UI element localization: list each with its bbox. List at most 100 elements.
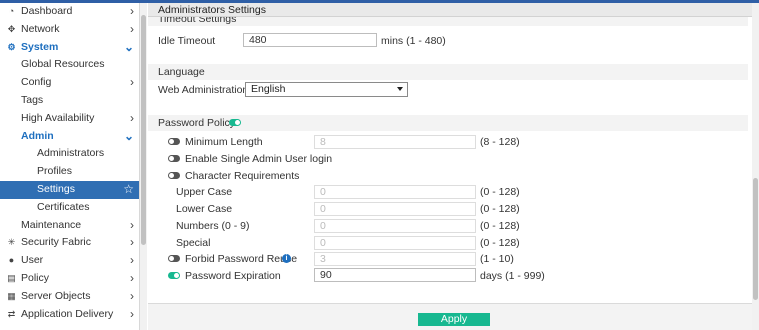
section-language: Language (148, 64, 748, 80)
minimum-length-label: Minimum Length (185, 136, 263, 148)
sidebar-item-label: Profiles (37, 165, 73, 178)
chevron-right-icon: › (130, 306, 134, 321)
numbers-range: (0 - 128) (480, 220, 520, 232)
minimum-length-range: (8 - 128) (480, 136, 520, 148)
forbid-password-reuse-toggle[interactable] (168, 255, 180, 262)
content-scrollbar-thumb[interactable] (753, 178, 758, 300)
sidebar-item-config[interactable]: Config › (0, 74, 139, 92)
password-expiration-toggle[interactable] (168, 272, 180, 279)
section-timeout-settings: Timeout Settings (148, 17, 748, 26)
main-panel: Administrators Settings Timeout Settings… (148, 3, 752, 330)
sidebar-item-application-delivery[interactable]: ⇄ Application Delivery › (0, 306, 139, 324)
footer-bar: Apply (148, 303, 752, 330)
dashboard-icon: ◔ (8, 6, 15, 16)
special-label: Special (176, 237, 211, 249)
sidebar-scrollbar[interactable] (140, 3, 147, 330)
application-delivery-icon: ⇄ (7, 308, 16, 319)
upper-case-label: Upper Case (176, 186, 233, 198)
policy-icon: ▤ (7, 272, 16, 283)
sidebar-item-label: Dashboard (21, 5, 73, 17)
sidebar-item-high-availability[interactable]: High Availability › (0, 110, 139, 128)
sidebar-item-certificates[interactable]: Certificates (0, 199, 139, 217)
chevron-right-icon: › (130, 75, 134, 90)
chevron-right-icon: › (130, 253, 134, 268)
sidebar-item-network[interactable]: ✥ Network › (0, 21, 139, 39)
sidebar-item-tags[interactable]: Tags (0, 92, 139, 110)
numbers-input[interactable]: 0 (314, 219, 476, 233)
apply-button[interactable]: Apply (418, 313, 490, 326)
sidebar-item-label: Maintenance (21, 218, 82, 231)
chevron-right-icon: › (130, 270, 134, 285)
upper-case-range: (0 - 128) (480, 186, 520, 198)
web-administration-label: Web Administration (158, 84, 249, 96)
sidebar-item-profiles[interactable]: Profiles (0, 163, 139, 181)
sidebar-item-label: Global Resources (21, 58, 105, 71)
single-admin-login-toggle[interactable] (168, 155, 180, 162)
chevron-right-icon: › (130, 235, 134, 250)
sidebar-item-policy[interactable]: ▤ Policy › (0, 270, 139, 288)
sidebar-item-label: Tags (21, 93, 44, 106)
chevron-down-icon: ⌄ (123, 39, 134, 54)
sidebar-item-administrators[interactable]: Administrators (0, 145, 139, 163)
sidebar-scrollbar-thumb[interactable] (141, 15, 146, 245)
sidebar-item-global-resources[interactable]: Global Resources (0, 56, 139, 74)
lower-case-input[interactable]: 0 (314, 202, 476, 216)
content-scrollbar[interactable] (752, 3, 759, 330)
special-input[interactable]: 0 (314, 236, 476, 250)
sidebar-item-label: Server Objects (21, 289, 91, 302)
forbid-password-reuse-range: (1 - 10) (480, 253, 514, 265)
sidebar-item-security-fabric[interactable]: ✳ Security Fabric › (0, 234, 139, 252)
sidebar-item-label: User (21, 254, 44, 267)
forbid-password-reuse-label: Forbid Password Reuse (185, 253, 298, 265)
server-objects-icon: ▦ (7, 290, 16, 301)
sidebar-item-label: Settings (37, 182, 75, 195)
sidebar-item-label: Admin (21, 129, 54, 142)
password-expiration-input[interactable]: 90 (314, 268, 476, 282)
page-title: Administrators Settings (148, 3, 752, 17)
numbers-label: Numbers (0 - 9) (176, 220, 250, 232)
sidebar: ◔ Dashboard › ✥ Network › ⚙ System ⌄ Glo… (0, 3, 140, 330)
sidebar-item-server-objects[interactable]: ▦ Server Objects › (0, 288, 139, 306)
password-expiration-label: Password Expiration (185, 270, 281, 282)
sidebar-item-label: Application Delivery (21, 307, 114, 320)
forbid-password-reuse-input[interactable]: 3 (314, 252, 476, 266)
sidebar-item-maintenance[interactable]: Maintenance › (0, 217, 139, 235)
sidebar-item-user[interactable]: ● User › (0, 252, 139, 270)
sidebar-item-label: System (21, 40, 59, 53)
password-policy-toggle[interactable] (229, 119, 241, 126)
chevron-right-icon: › (130, 288, 134, 303)
user-icon: ● (8, 255, 15, 266)
chevron-right-icon: › (130, 4, 134, 18)
idle-timeout-input[interactable]: 480 (243, 33, 377, 47)
sidebar-item-label: Network (21, 22, 60, 35)
minimum-length-toggle[interactable] (168, 138, 180, 145)
upper-case-input[interactable]: 0 (314, 185, 476, 199)
minimum-length-input[interactable]: 8 (314, 135, 476, 149)
lower-case-range: (0 - 128) (480, 203, 520, 215)
chevron-right-icon: › (130, 110, 134, 125)
chevron-right-icon: › (130, 21, 134, 36)
security-fabric-icon: ✳ (7, 237, 16, 248)
chevron-right-icon: › (130, 217, 134, 232)
web-administration-value: English (251, 83, 286, 95)
lower-case-label: Lower Case (176, 203, 233, 215)
sidebar-item-label: Security Fabric (21, 236, 92, 249)
sidebar-item-label: Config (21, 76, 52, 89)
star-icon[interactable]: ☆ (123, 181, 134, 199)
caret-down-icon (397, 87, 403, 91)
sidebar-item-settings[interactable]: Settings ☆ (0, 180, 139, 199)
sidebar-item-dashboard[interactable]: ◔ Dashboard › (0, 3, 139, 21)
special-range: (0 - 128) (480, 237, 520, 249)
single-admin-login-label: Enable Single Admin User login (185, 153, 333, 165)
character-requirements-toggle[interactable] (168, 172, 180, 179)
password-expiration-range: days (1 - 999) (480, 270, 545, 282)
gear-icon: ⚙ (7, 41, 16, 52)
sidebar-item-label: Certificates (37, 200, 90, 213)
sidebar-item-system[interactable]: ⚙ System ⌄ (0, 39, 139, 57)
info-icon[interactable]: i (282, 254, 291, 263)
web-administration-select[interactable]: English (245, 82, 408, 97)
sidebar-item-label: High Availability (21, 111, 95, 124)
sidebar-item-admin[interactable]: Admin ⌄ (0, 128, 139, 146)
idle-timeout-label: Idle Timeout (158, 35, 216, 47)
idle-timeout-unit: mins (1 - 480) (381, 35, 446, 47)
